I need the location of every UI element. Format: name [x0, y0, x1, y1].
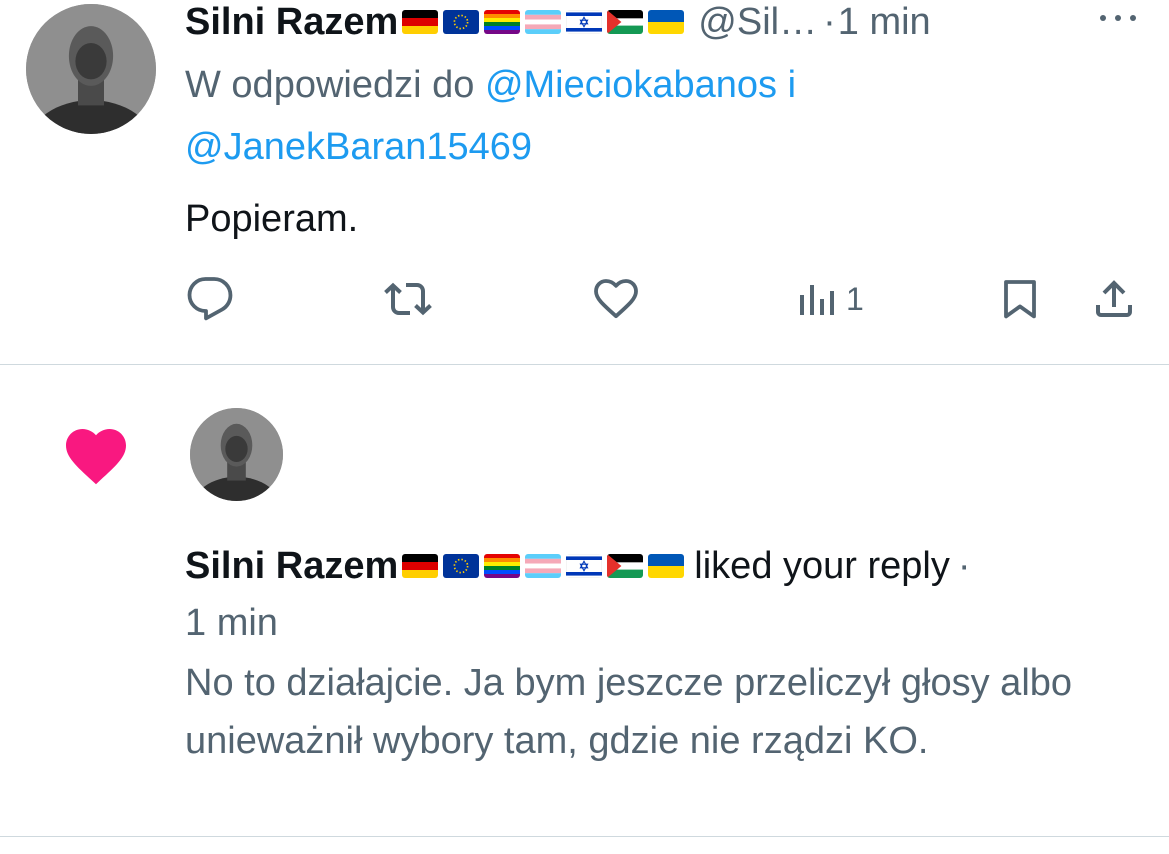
- views-chart-icon: [800, 285, 834, 315]
- mention-link-1[interactable]: @Mieciokabanos: [485, 64, 777, 106]
- author-flags: [402, 10, 685, 34]
- more-dots-icon[interactable]: [1096, 6, 1140, 30]
- bookmark-icon: [1004, 280, 1036, 319]
- palestine-flag-icon: [607, 554, 644, 578]
- heart-filled-icon: [60, 420, 132, 486]
- notification-action-text: liked your reply: [694, 544, 950, 587]
- israel-flag-icon: [566, 10, 603, 34]
- transgender-flag-icon: [525, 554, 562, 578]
- tweet-author-avatar[interactable]: [26, 4, 156, 134]
- like-button[interactable]: [592, 275, 640, 323]
- separator-dot: ·: [823, 0, 836, 43]
- notification-reply-text[interactable]: No to działajcie. Ja bym jeszcze przelic…: [185, 654, 1135, 770]
- notification-divider: [0, 836, 1169, 837]
- israel-flag-icon: [566, 554, 603, 578]
- notification-timestamp: 1 min: [185, 602, 278, 644]
- notification-author-avatar[interactable]: [190, 408, 283, 501]
- rainbow-flag-icon: [484, 554, 521, 578]
- heart-outline-icon: [594, 279, 638, 319]
- eu-flag-icon: [443, 554, 480, 578]
- germany-flag-icon: [402, 10, 439, 34]
- retweet-icon: [384, 282, 432, 316]
- transgender-flag-icon: [525, 10, 562, 34]
- views-count: 1: [846, 280, 864, 317]
- notification-author-name[interactable]: Silni Razem: [185, 545, 398, 588]
- tweet-divider: [0, 364, 1169, 365]
- tweet-text: Popieram.: [185, 198, 359, 240]
- share-button[interactable]: [1090, 275, 1138, 323]
- bookmark-button[interactable]: [996, 275, 1044, 323]
- ukraine-flag-icon: [648, 10, 685, 34]
- mention-link-2[interactable]: @JanekBaran15469: [185, 126, 532, 168]
- tweet-header: Silni Razem @Sil… · 1 min: [185, 0, 1145, 44]
- author-flags: [402, 554, 685, 578]
- palestine-flag-icon: [607, 10, 644, 34]
- share-icon: [1096, 280, 1132, 317]
- tweet-author-handle[interactable]: @Sil…: [698, 1, 817, 44]
- tweet-author-name[interactable]: Silni Razem: [185, 1, 398, 44]
- separator-dot: ·: [957, 544, 971, 587]
- retweet-button[interactable]: [384, 275, 432, 323]
- reply-icon: [187, 277, 233, 321]
- rainbow-flag-icon: [484, 10, 521, 34]
- reply-context: W odpowiedzi do @Mieciokabanos i @JanekB…: [185, 54, 1085, 178]
- reply-button[interactable]: [186, 275, 234, 323]
- views-button[interactable]: 1: [792, 275, 864, 323]
- ukraine-flag-icon: [648, 554, 685, 578]
- reply-prefix: W odpowiedzi do: [185, 64, 475, 106]
- reply-conjunction: i: [787, 64, 797, 106]
- eu-flag-icon: [443, 10, 480, 34]
- germany-flag-icon: [402, 554, 439, 578]
- tweet-timestamp[interactable]: 1 min: [838, 1, 931, 44]
- notification-header: Silni Razem liked your reply ·: [185, 540, 1145, 592]
